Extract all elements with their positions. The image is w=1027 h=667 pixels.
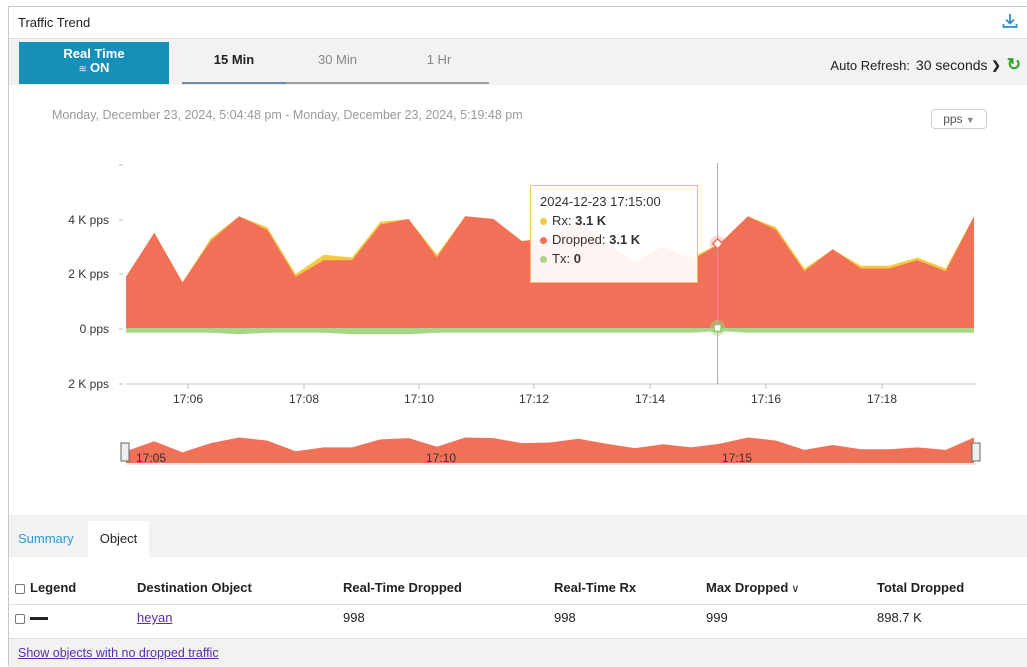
- traffic-chart[interactable]: 4 K pps 2 K pps 0 pps 2 K pps 17:06 17:08 17:1…: [9, 147, 1027, 477]
- navigator-left-handle: [120, 442, 130, 462]
- realtime-state: ON: [89, 60, 110, 75]
- navigator-tick-label: 17:15: [722, 451, 752, 465]
- object-panel: Summary Object Legend Destination Object…: [9, 515, 1027, 667]
- x-tick-label: 17:06: [173, 392, 203, 406]
- auto-refresh-label: Auto Refresh:: [830, 57, 910, 73]
- traffic-trend-widget: Traffic Trend Real Time ≋ ON 15 Min 30 Mi…: [8, 6, 1027, 667]
- y-tick-label: 2 K pps: [68, 377, 109, 391]
- row-total-dropped: 898.7 K: [877, 610, 922, 625]
- tooltip-row-rx: Rx: 3.1 K: [540, 211, 688, 230]
- wave-icon: ≋: [78, 64, 87, 75]
- table-row: heyan 998 998 999 898.7 K: [9, 607, 1027, 633]
- y-tick-label: 0 pps: [80, 322, 109, 336]
- widget-header: Traffic Trend: [9, 7, 1027, 37]
- chart-tooltip: 2024-12-23 17:15:00 Rx: 3.1 K Dropped: 3…: [530, 185, 698, 283]
- object-subtabs: Summary Object: [9, 515, 1027, 557]
- widget-title: Traffic Trend: [18, 15, 91, 30]
- x-tick-label: 17:12: [519, 392, 549, 406]
- legend-all-checkbox[interactable]: [15, 583, 25, 594]
- row-max-dropped: 999: [706, 610, 728, 625]
- chevron-down-icon[interactable]: ❯: [992, 59, 1001, 72]
- header-max-dropped[interactable]: Max Dropped ∨: [706, 573, 799, 604]
- tab-object[interactable]: Object: [88, 521, 149, 557]
- row-legend: [15, 607, 48, 629]
- unit-select-value: pps: [943, 112, 963, 126]
- tooltip-time: 2024-12-23 17:15:00: [540, 194, 661, 209]
- y-tick-label: 2 K pps: [68, 267, 109, 281]
- row-rt-dropped: 998: [343, 610, 365, 625]
- refresh-icon[interactable]: ↻: [1007, 55, 1021, 75]
- header-destination[interactable]: Destination Object: [137, 573, 252, 603]
- header-legend[interactable]: Legend: [15, 573, 76, 603]
- table-footer: Show objects with no dropped traffic: [9, 638, 1027, 667]
- navigator-tick-label: 17:05: [136, 451, 166, 465]
- legend-line-icon: [30, 617, 48, 621]
- hover-marker-tx: [713, 323, 722, 333]
- tooltip-row-dropped: Dropped: 3.1 K: [540, 230, 688, 249]
- sort-desc-icon[interactable]: ∨: [791, 583, 799, 595]
- tab-30-min[interactable]: 30 Min: [286, 42, 389, 84]
- tab-summary[interactable]: Summary: [18, 531, 74, 546]
- x-tick-label: 17:18: [867, 392, 897, 406]
- realtime-toggle[interactable]: Real Time ≋ ON: [19, 42, 169, 84]
- x-tick-label: 17:14: [635, 392, 665, 406]
- header-rt-rx[interactable]: Real-Time Rx: [554, 573, 636, 603]
- row-rt-rx: 998: [554, 610, 576, 625]
- header-rt-dropped[interactable]: Real-Time Dropped: [343, 573, 462, 603]
- tooltip-row-tx: Tx: 0: [540, 249, 688, 268]
- caret-down-icon: ▼: [965, 115, 975, 125]
- row-checkbox[interactable]: [15, 613, 25, 624]
- tab-1-hr[interactable]: 1 Hr: [389, 42, 489, 84]
- destination-link[interactable]: heyan: [137, 610, 172, 625]
- unit-select[interactable]: pps ▼: [931, 109, 987, 129]
- navigator-right-handle: [971, 442, 981, 462]
- table-header: Legend Destination Object Real-Time Drop…: [9, 573, 1027, 605]
- auto-refresh-select[interactable]: 30 seconds: [916, 57, 988, 73]
- tab-15-min[interactable]: 15 Min: [182, 42, 286, 84]
- navigator-tick-label: 17:10: [426, 451, 456, 465]
- time-range-tabs: Real Time ≋ ON 15 Min 30 Min 1 Hr Auto Re…: [9, 38, 1027, 85]
- header-total-dropped[interactable]: Total Dropped: [877, 573, 964, 603]
- x-tick-label: 17:10: [404, 392, 434, 406]
- time-range-text: Monday, December 23, 2024, 5:04:48 pm - …: [52, 108, 523, 122]
- navigator-series: [126, 437, 974, 463]
- x-tick-label: 17:08: [289, 392, 319, 406]
- download-icon[interactable]: [1001, 12, 1019, 30]
- auto-refresh: Auto Refresh: 30 seconds ❯ ↻: [830, 55, 1021, 75]
- y-tick-label: 4 K pps: [68, 213, 109, 227]
- x-tick-label: 17:16: [751, 392, 781, 406]
- show-no-dropped-link[interactable]: Show objects with no dropped traffic: [18, 646, 219, 660]
- realtime-label: Real Time: [63, 46, 125, 61]
- series-tx-area: [126, 328, 974, 335]
